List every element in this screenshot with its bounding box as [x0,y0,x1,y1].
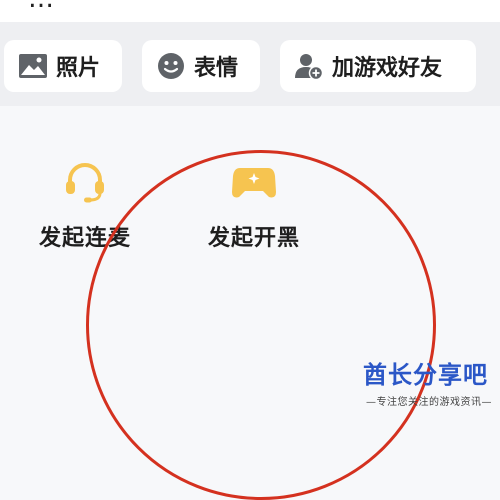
watermark-logo-text: 酋长分享吧 [363,361,488,389]
start-voice-chat-button[interactable]: 发起连麦 [20,158,150,252]
photos-button[interactable]: 照片 [4,40,122,92]
top-bar: … [0,0,500,22]
add-friend-label: 加游戏好友 [332,56,443,81]
watermark-slogan: —专注您关注的游戏资讯— [366,397,492,408]
chat-attachment-toolbar: 照片 表情 加游戏好友 [0,22,500,106]
smiley-icon [156,51,186,81]
image-icon [18,51,48,81]
start-voice-chat-label: 发起连麦 [38,226,131,251]
top-bar-partial-text: … [28,0,56,14]
add-game-friend-button[interactable]: 加游戏好友 [280,40,476,92]
start-team-game-button[interactable]: 发起开黑 [189,158,319,252]
headset-icon [61,158,109,206]
emoji-button[interactable]: 表情 [142,40,260,92]
start-team-game-label: 发起开黑 [207,226,300,251]
photos-label: 照片 [56,56,101,81]
gamepad-icon [230,158,278,206]
emoji-label: 表情 [194,56,239,81]
add-friend-icon [294,51,324,81]
